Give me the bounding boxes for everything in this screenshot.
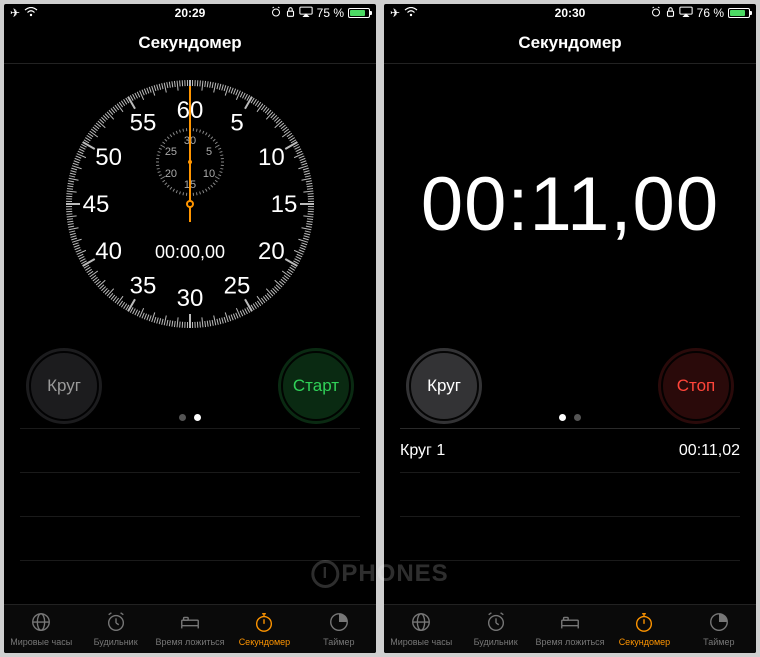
tab-stopwatch[interactable]: Секундомер (227, 605, 301, 653)
tab-label: Таймер (703, 637, 734, 647)
digital-readout[interactable]: 00:11,00 (384, 64, 756, 344)
lap-list[interactable] (4, 428, 376, 604)
status-bar: ✈︎ 20:29 75 % (4, 4, 376, 23)
tab-label: Будильник (94, 637, 138, 647)
svg-text:45: 45 (83, 191, 110, 218)
tab-label: Время ложиться (535, 637, 604, 647)
tab-label: Будильник (474, 637, 518, 647)
globe-icon (29, 611, 53, 635)
tab-label: Время ложиться (155, 637, 224, 647)
svg-text:25: 25 (224, 272, 251, 299)
tab-bed[interactable]: Время ложиться (533, 605, 607, 653)
lap-name: Круг 1 (400, 442, 445, 460)
elapsed-time: 00:00,00 (60, 242, 320, 263)
phone-screen-1: ✈︎ 20:30 76 % Секундомер 00:11,00 Круг С… (384, 4, 756, 653)
battery-icon (728, 8, 750, 18)
svg-text:25: 25 (165, 146, 177, 158)
tab-timer[interactable]: Таймер (302, 605, 376, 653)
analog-dial[interactable]: 6051015202530354045505530510152025 00:00… (4, 64, 376, 344)
phone-screen-0: ✈︎ 20:29 75 % Секундомер 605101520253035… (4, 4, 376, 653)
svg-text:20: 20 (165, 168, 177, 180)
tab-label: Секундомер (619, 637, 670, 647)
svg-text:30: 30 (177, 285, 204, 312)
stop-button[interactable]: Стоп (658, 348, 734, 424)
tab-timer[interactable]: Таймер (682, 605, 756, 653)
alarm-icon (104, 611, 128, 635)
tab-alarm[interactable]: Будильник (458, 605, 532, 653)
timer-icon (707, 611, 731, 635)
lap-time: 00:11,02 (679, 442, 740, 460)
bed-icon (178, 611, 202, 635)
svg-text:5: 5 (230, 110, 243, 137)
stopwatch-icon (632, 611, 656, 635)
tab-bed[interactable]: Время ложиться (153, 605, 227, 653)
tab-stopwatch[interactable]: Секундомер (607, 605, 681, 653)
svg-text:5: 5 (206, 146, 212, 158)
svg-text:15: 15 (271, 191, 298, 218)
battery-icon (348, 8, 370, 18)
tab-bar: Мировые часы Будильник Время ложиться Се… (384, 604, 756, 653)
svg-text:10: 10 (203, 168, 215, 180)
tab-globe[interactable]: Мировые часы (4, 605, 78, 653)
globe-icon (409, 611, 433, 635)
elapsed-time: 00:11,00 (421, 161, 719, 248)
lap-row-empty (20, 560, 360, 604)
page-title: Секундомер (4, 23, 376, 64)
bed-icon (558, 611, 582, 635)
lap-list[interactable]: Круг 1 00:11,02 (384, 428, 756, 604)
lap-row: Круг 1 00:11,02 (400, 428, 740, 472)
lap-row-empty (400, 472, 740, 516)
lap-row-empty (20, 472, 360, 516)
tab-globe[interactable]: Мировые часы (384, 605, 458, 653)
svg-text:55: 55 (130, 110, 157, 137)
timer-icon (327, 611, 351, 635)
tab-label: Мировые часы (10, 637, 72, 647)
lap-button[interactable]: Круг (26, 348, 102, 424)
lap-button[interactable]: Круг (406, 348, 482, 424)
tab-bar: Мировые часы Будильник Время ложиться Се… (4, 604, 376, 653)
start-button[interactable]: Старт (278, 348, 354, 424)
tab-label: Мировые часы (390, 637, 452, 647)
tab-label: Таймер (323, 637, 354, 647)
lap-row-empty (20, 428, 360, 472)
stopwatch-icon (252, 611, 276, 635)
svg-text:35: 35 (130, 272, 157, 299)
status-bar: ✈︎ 20:30 76 % (384, 4, 756, 23)
alarm-icon (484, 611, 508, 635)
status-time: 20:30 (384, 6, 756, 20)
lap-row-empty (400, 516, 740, 560)
tab-label: Секундомер (239, 637, 290, 647)
status-time: 20:29 (4, 6, 376, 20)
page-title: Секундомер (384, 23, 756, 64)
lap-row-empty (400, 560, 740, 604)
svg-text:50: 50 (95, 144, 122, 171)
svg-text:10: 10 (258, 144, 285, 171)
lap-row-empty (20, 516, 360, 560)
tab-alarm[interactable]: Будильник (78, 605, 152, 653)
